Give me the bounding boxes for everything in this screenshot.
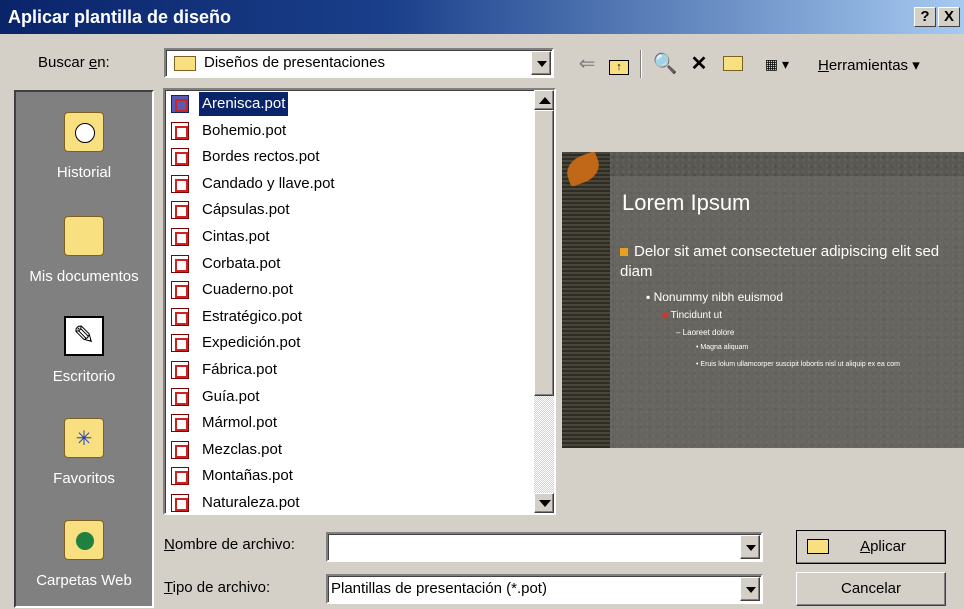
preview-bullet-6: • Eruis lolum ullamcorper suscipit lobor… bbox=[696, 361, 900, 368]
preview-bullet-4: – Laoreet dolore bbox=[676, 328, 735, 337]
file-name: Montañas.pot bbox=[202, 467, 293, 485]
preview-bullet-3: ■ Tincidunt ut bbox=[662, 310, 722, 321]
pot-file-icon bbox=[171, 494, 189, 512]
preview-bullet-1: Delor sit amet consectetuer adipiscing e… bbox=[620, 243, 940, 280]
pot-file-icon bbox=[171, 254, 189, 273]
pot-file-icon bbox=[171, 174, 189, 193]
pot-file-icon bbox=[171, 148, 189, 167]
cancel-button[interactable]: Cancelar bbox=[796, 572, 946, 606]
filename-label: Nombre de archivo: bbox=[164, 536, 295, 553]
scroll-up-button[interactable] bbox=[534, 90, 554, 110]
toolbar-separator bbox=[640, 50, 642, 78]
web-folders-icon bbox=[64, 520, 104, 560]
file-name: Estratégico.pot bbox=[202, 307, 303, 325]
file-name: Cintas.pot bbox=[202, 228, 270, 245]
file-name: Fábrica.pot bbox=[202, 361, 278, 378]
pot-file-icon bbox=[171, 307, 189, 326]
pot-file-icon bbox=[171, 201, 189, 220]
file-name: Bordes rectos.pot bbox=[202, 148, 320, 166]
window-title: Aplicar plantilla de diseño bbox=[8, 7, 232, 27]
desktop-icon: ✎ bbox=[64, 316, 104, 356]
scroll-down-button[interactable] bbox=[534, 493, 554, 513]
preview-slide-area: Lorem Ipsum Delor sit amet consectetuer … bbox=[610, 176, 964, 448]
pot-file-icon bbox=[171, 281, 189, 300]
pot-file-icon bbox=[171, 440, 189, 459]
place-history[interactable]: Historial bbox=[16, 112, 152, 212]
file-name: Cuaderno.pot bbox=[202, 281, 293, 299]
filename-input[interactable] bbox=[326, 532, 763, 562]
history-icon bbox=[64, 112, 104, 152]
filetype-select[interactable]: Plantillas de presentación (*.pot) bbox=[326, 574, 763, 604]
pot-file-icon bbox=[171, 95, 189, 113]
scroll-thumb[interactable] bbox=[534, 110, 554, 396]
apply-button[interactable]: Aplicar bbox=[796, 530, 946, 564]
pot-file-icon bbox=[171, 414, 189, 433]
close-button[interactable]: X bbox=[938, 7, 960, 27]
pot-file-icon bbox=[171, 228, 189, 246]
file-list-scrollbar[interactable] bbox=[534, 90, 554, 513]
file-name: Bohemio.pot bbox=[202, 121, 287, 139]
preview-texture-strip bbox=[562, 152, 610, 448]
my-documents-icon bbox=[64, 216, 104, 256]
file-name: Expedición.pot bbox=[202, 334, 301, 352]
place-desktop[interactable]: ✎ Escritorio bbox=[16, 316, 152, 416]
file-name: Arenisca.pot bbox=[199, 92, 289, 116]
place-my-documents[interactable]: Mis documentos bbox=[16, 216, 152, 316]
pot-file-icon bbox=[171, 361, 189, 379]
pot-file-icon bbox=[171, 121, 189, 140]
pot-file-icon bbox=[171, 334, 189, 353]
filetype-label: Tipo de archivo: bbox=[164, 579, 271, 596]
search-web-icon[interactable]: 🔍 bbox=[650, 52, 680, 76]
filetype-dropdown-button[interactable] bbox=[740, 577, 760, 601]
place-web-folders[interactable]: Carpetas Web bbox=[16, 520, 152, 609]
file-name: Mármol.pot bbox=[202, 414, 278, 432]
place-label: Favoritos bbox=[53, 470, 115, 487]
file-list[interactable]: Arenisca.pot Bohemio.pot Bordes rectos.pot… bbox=[163, 88, 556, 515]
favorites-icon: ✳ bbox=[64, 418, 104, 458]
preview-title: Lorem Ipsum bbox=[622, 190, 751, 215]
file-name: Naturaleza.pot bbox=[202, 494, 300, 511]
up-folder-icon[interactable]: ↑ bbox=[604, 52, 634, 76]
filename-dropdown-button[interactable] bbox=[740, 535, 760, 559]
look-in-value: Diseños de presentaciones bbox=[204, 54, 385, 71]
new-folder-icon[interactable] bbox=[718, 52, 748, 76]
places-bar: Historial Mis documentos ✎ Escritorio ✳ … bbox=[14, 90, 154, 608]
place-label: Historial bbox=[56, 164, 112, 181]
pot-file-icon bbox=[171, 467, 189, 486]
place-label: Carpetas Web bbox=[36, 572, 132, 589]
file-name: Candado y llave.pot bbox=[202, 174, 335, 192]
filetype-value: Plantillas de presentación (*.pot) bbox=[331, 580, 547, 597]
back-arrow-icon[interactable]: ⇐ bbox=[572, 52, 602, 76]
place-label: Escritorio bbox=[52, 368, 116, 385]
file-name: Mezclas.pot bbox=[202, 440, 283, 458]
look-in-dropdown-button[interactable] bbox=[531, 51, 551, 75]
look-in-label: Buscar en: bbox=[38, 54, 110, 71]
file-name: Guía.pot bbox=[202, 387, 260, 405]
place-label: Mis documentos bbox=[29, 268, 139, 285]
delete-icon[interactable]: ✕ bbox=[684, 52, 714, 76]
open-folder-icon bbox=[807, 539, 829, 554]
file-name: Corbata.pot bbox=[202, 254, 281, 272]
preview-bullet-5: • Magna aliquam bbox=[696, 344, 749, 351]
preview-bullet-2: ▪ Nonummy nibh euismod bbox=[646, 290, 783, 304]
title-bar: Aplicar plantilla de diseño bbox=[0, 0, 964, 34]
look-in-combo[interactable]: Diseños de presentaciones bbox=[164, 48, 554, 78]
place-favorites[interactable]: ✳ Favoritos bbox=[16, 418, 152, 518]
cancel-label: Cancelar bbox=[840, 580, 902, 597]
tools-menu[interactable]: Herramientas ▾ bbox=[818, 56, 920, 74]
design-preview: Lorem Ipsum Delor sit amet consectetuer … bbox=[562, 152, 964, 448]
file-name: Cápsulas.pot bbox=[202, 201, 290, 219]
views-icon[interactable]: ▦ ▾ bbox=[754, 52, 800, 76]
pot-file-icon bbox=[171, 387, 189, 406]
help-button[interactable]: ? bbox=[914, 7, 936, 27]
